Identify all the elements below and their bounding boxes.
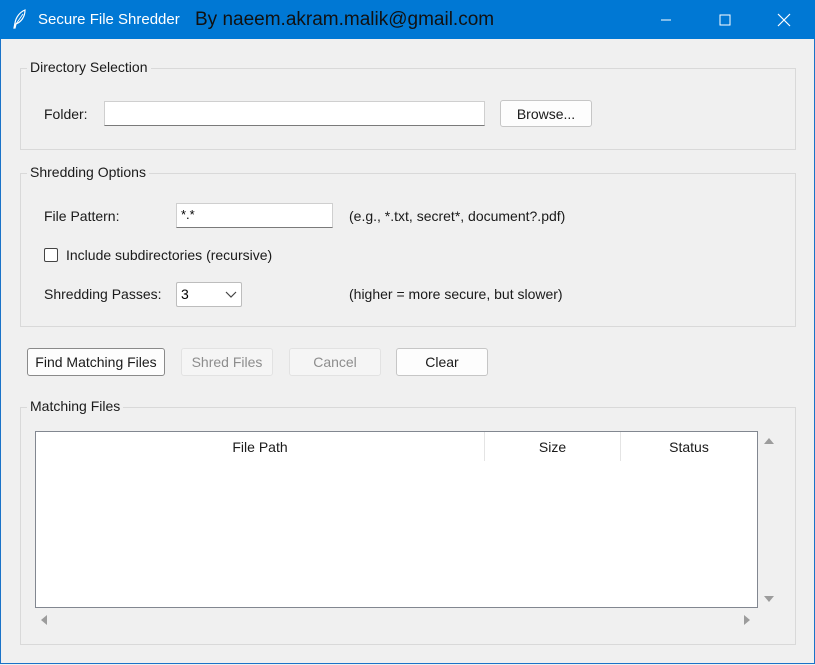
column-header-size[interactable]: Size <box>485 432 621 461</box>
shredding-passes-hint: (higher = more secure, but slower) <box>349 286 563 302</box>
close-button[interactable] <box>755 0 813 39</box>
window-title: Secure File Shredder <box>38 11 180 28</box>
scroll-left-arrow-icon[interactable] <box>39 614 49 626</box>
shredding-passes-label: Shredding Passes: <box>44 286 162 302</box>
matching-files-title: Matching Files <box>27 398 124 414</box>
maximize-icon <box>719 14 731 25</box>
shred-files-button[interactable]: Shred Files <box>181 348 273 376</box>
shredding-passes-value: 3 <box>181 286 189 302</box>
shredding-options-title: Shredding Options <box>27 164 149 180</box>
file-pattern-label: File Pattern: <box>44 208 120 224</box>
scroll-down-arrow-icon[interactable] <box>763 594 775 604</box>
matching-files-table[interactable]: File Path Size Status <box>35 431 758 608</box>
column-header-status[interactable]: Status <box>621 432 757 461</box>
browse-button[interactable]: Browse... <box>500 100 592 127</box>
find-matching-files-button[interactable]: Find Matching Files <box>27 348 165 376</box>
recursive-label[interactable]: Include subdirectories (recursive) <box>66 247 272 263</box>
file-pattern-input[interactable]: *.* <box>176 203 333 228</box>
minimize-icon <box>661 19 671 20</box>
title-bar: Secure File Shredder By naeem.akram.mali… <box>0 0 815 39</box>
minimize-button[interactable] <box>637 0 695 39</box>
directory-selection-title: Directory Selection <box>27 59 151 75</box>
shredding-passes-select[interactable]: 3 <box>176 282 242 307</box>
recursive-checkbox[interactable] <box>44 248 58 262</box>
cancel-button[interactable]: Cancel <box>289 348 381 376</box>
folder-label: Folder: <box>44 106 88 122</box>
folder-input[interactable] <box>104 101 485 126</box>
maximize-button[interactable] <box>696 0 754 39</box>
scroll-up-arrow-icon[interactable] <box>763 436 775 446</box>
scroll-right-arrow-icon[interactable] <box>742 614 752 626</box>
chevron-down-icon <box>225 291 237 298</box>
close-icon <box>777 13 791 26</box>
author-caption: By naeem.akram.malik@gmail.com <box>195 9 495 30</box>
feather-icon <box>13 9 26 29</box>
clear-button[interactable]: Clear <box>396 348 488 376</box>
file-pattern-hint: (e.g., *.txt, secret*, document?.pdf) <box>349 208 566 224</box>
column-header-file-path[interactable]: File Path <box>36 432 485 461</box>
